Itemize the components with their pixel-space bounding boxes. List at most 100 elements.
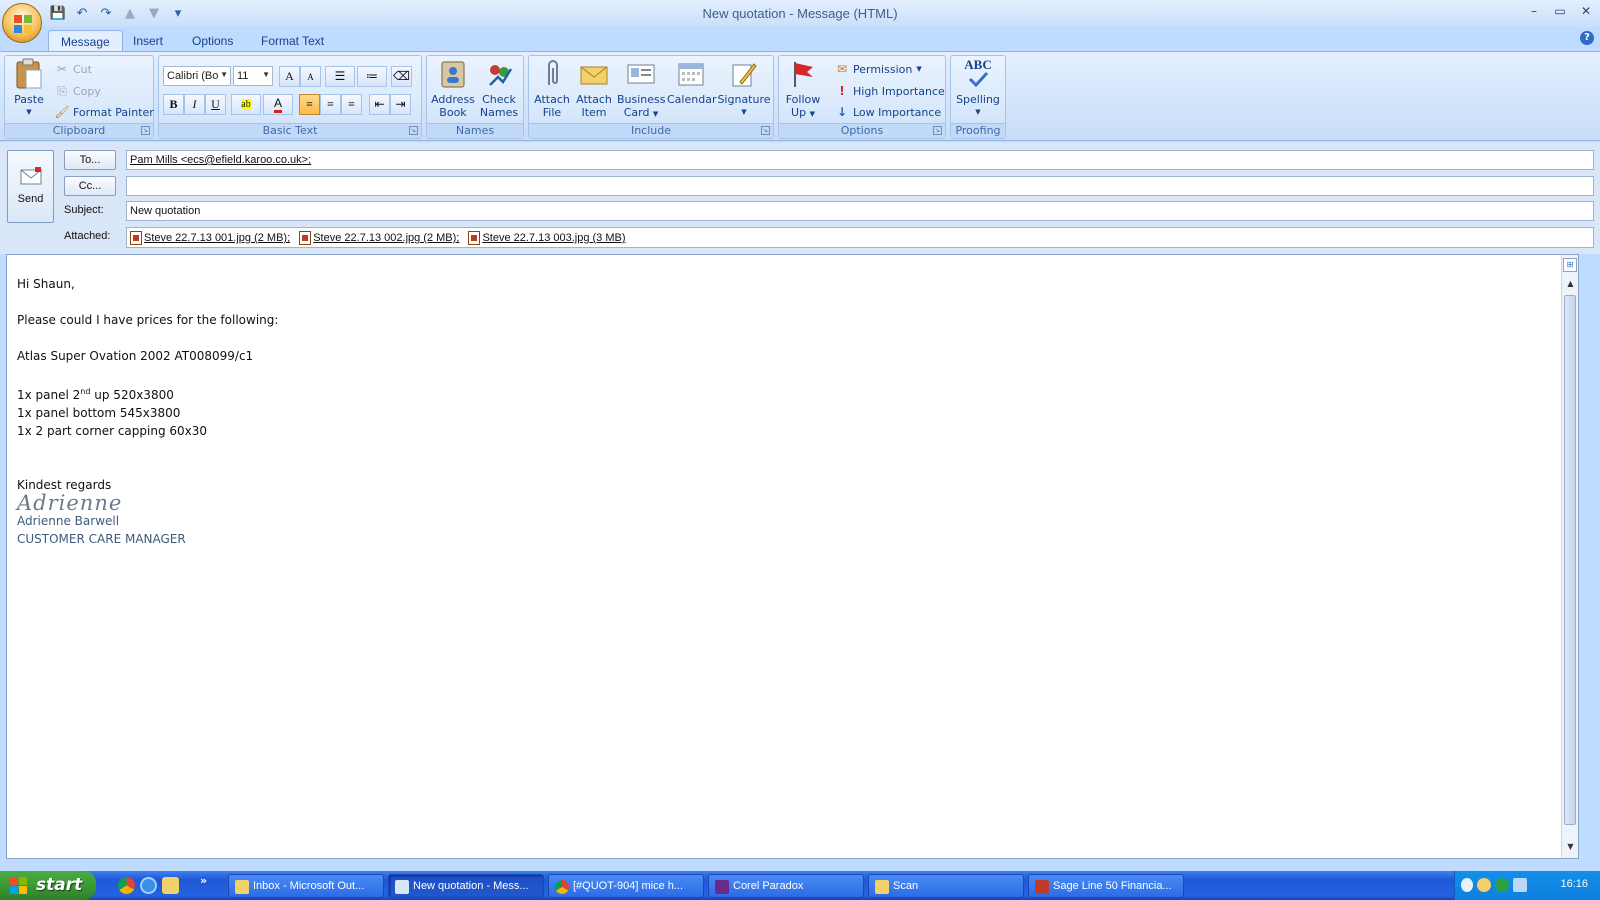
taskbar-item-sage[interactable]: Sage Line 50 Financia... xyxy=(1028,874,1184,898)
close-button[interactable]: ✕ xyxy=(1578,4,1594,18)
font-color-button[interactable]: A xyxy=(263,94,293,115)
clipboard-dialog-launcher-icon[interactable]: ↘ xyxy=(141,126,150,135)
include-dialog-launcher-icon[interactable]: ↘ xyxy=(761,126,770,135)
scroll-up-icon[interactable]: ▲ xyxy=(1565,279,1576,291)
clock[interactable]: 16:16 xyxy=(1560,878,1588,890)
copy-button[interactable]: ⎘ Copy xyxy=(55,81,101,101)
quick-launch xyxy=(118,877,179,894)
permission-label: Permission xyxy=(853,62,913,76)
follow-up-button[interactable]: Follow Up ▼ xyxy=(781,58,825,121)
outlook-icon[interactable] xyxy=(162,877,179,894)
decrease-indent-button[interactable]: ⇤ xyxy=(369,94,390,115)
attachment-item[interactable]: Steve 22.7.13 001.jpg (2 MB); xyxy=(130,231,290,245)
options-dialog-launcher-icon[interactable]: ↘ xyxy=(933,126,942,135)
folder-icon xyxy=(875,880,889,894)
scroll-down-icon[interactable]: ▼ xyxy=(1565,842,1576,854)
taskbar-item-new-quotation[interactable]: New quotation - Mess... xyxy=(388,874,544,898)
italic-icon: I xyxy=(192,97,197,111)
scroll-thumb[interactable] xyxy=(1564,295,1576,825)
clear-formatting-button[interactable]: ⌫ xyxy=(391,66,412,87)
attach-file-button[interactable]: Attach File xyxy=(531,58,573,119)
cut-label: Cut xyxy=(73,62,92,76)
font-name-select[interactable]: Calibri (Bo ▼ xyxy=(163,66,231,86)
attach-item-label-1: Attach xyxy=(576,93,612,106)
align-right-button[interactable]: ≡ xyxy=(341,94,362,115)
attached-label: Attached: xyxy=(64,230,111,242)
follow-up-label-2: Up ▼ xyxy=(791,106,815,119)
increase-indent-button[interactable]: ⇥ xyxy=(390,94,411,115)
subject-field[interactable]: New quotation xyxy=(126,201,1594,221)
view-ruler-icon[interactable]: ⊞ xyxy=(1563,258,1577,272)
internet-explorer-icon[interactable] xyxy=(140,877,157,894)
proofing-group-label: Proofing xyxy=(951,123,1005,138)
outlook-icon xyxy=(235,880,249,894)
start-button[interactable]: start xyxy=(0,871,96,900)
basic-text-dialog-launcher-icon[interactable]: ↘ xyxy=(409,126,418,135)
attachment-item[interactable]: Steve 22.7.13 002.jpg (2 MB); xyxy=(299,231,459,245)
tab-insert[interactable]: Insert xyxy=(121,30,175,51)
taskbar-item-inbox[interactable]: Inbox - Microsoft Out... xyxy=(228,874,384,898)
align-left-button[interactable]: ≡ xyxy=(299,94,320,115)
tray-expand-icon[interactable] xyxy=(1461,878,1473,892)
business-card-button[interactable]: Business Card ▼ xyxy=(617,58,666,121)
grow-font-button[interactable]: A xyxy=(279,66,300,87)
font-size-select[interactable]: 11 ▼ xyxy=(233,66,273,86)
attachment-item[interactable]: Steve 22.7.13 003.jpg (3 MB) xyxy=(468,231,626,245)
attach-file-label-1: Attach xyxy=(534,93,570,106)
taskbar-item-scan[interactable]: Scan xyxy=(868,874,1024,898)
down-arrow-icon: ↓ xyxy=(836,105,848,119)
signature-label: Signature xyxy=(717,93,771,106)
tab-format-text[interactable]: Format Text xyxy=(249,30,336,51)
group-basic-text: Calibri (Bo ▼ 11 ▼ A A ☰ ≔ ⌫ B I U ab A … xyxy=(158,55,422,139)
to-recipient[interactable]: Pam Mills <ecs@efield.karoo.co.uk>; xyxy=(130,154,311,166)
tab-options[interactable]: Options xyxy=(180,30,245,51)
address-book-button[interactable]: Address Book xyxy=(431,58,475,119)
chevron-down-icon: ▼ xyxy=(220,70,228,79)
format-painter-button[interactable]: 🖌 Format Painter xyxy=(54,102,153,122)
message-header: Send To... Pam Mills <ecs@efield.karoo.c… xyxy=(0,142,1600,254)
tray-status-icon[interactable] xyxy=(1495,878,1509,892)
underline-button[interactable]: U xyxy=(205,94,226,115)
cut-button[interactable]: ✂ Cut xyxy=(55,59,92,79)
message-body-editor[interactable]: Hi Shaun, Please could I have prices for… xyxy=(6,254,1579,859)
tab-message[interactable]: Message xyxy=(48,30,123,51)
calendar-button[interactable]: Calendar xyxy=(667,58,716,106)
signature-button[interactable]: Signature ▼ xyxy=(717,58,771,119)
cc-field[interactable] xyxy=(126,176,1594,196)
check-names-button[interactable]: Check Names xyxy=(477,58,521,119)
shrink-font-button[interactable]: A xyxy=(300,66,321,87)
spelling-button[interactable]: ABC Spelling ▼ xyxy=(953,58,1003,119)
to-field[interactable]: Pam Mills <ecs@efield.karoo.co.uk>; xyxy=(126,150,1594,170)
help-icon[interactable]: ? xyxy=(1580,31,1594,45)
bold-button[interactable]: B xyxy=(163,94,184,115)
quick-launch-more-icon[interactable]: » xyxy=(200,874,207,887)
taskbar-item-corel-paradox[interactable]: Corel Paradox xyxy=(708,874,864,898)
office-button[interactable] xyxy=(2,3,42,43)
high-importance-button[interactable]: ! High Importance xyxy=(835,81,945,101)
chrome-icon[interactable] xyxy=(118,877,135,894)
tray-outlook-icon[interactable] xyxy=(1477,878,1491,892)
system-tray: 16:16 xyxy=(1454,871,1600,900)
numbering-button[interactable]: ≔ xyxy=(357,66,387,87)
window-title: New quotation - Message (HTML) xyxy=(702,6,898,21)
minimize-button[interactable]: – xyxy=(1526,4,1542,18)
send-button[interactable]: Send xyxy=(7,150,54,223)
align-center-button[interactable]: ≡ xyxy=(320,94,341,115)
bullets-button[interactable]: ☰ xyxy=(325,66,355,87)
ribbon: Paste ▼ ✂ Cut ⎘ Copy 🖌 Format Painter Cl… xyxy=(0,51,1600,141)
attach-file-label-2: File xyxy=(542,106,562,119)
attach-item-button[interactable]: Attach Item xyxy=(573,58,615,119)
tray-network-icon[interactable] xyxy=(1513,878,1527,892)
low-importance-button[interactable]: ↓ Low Importance xyxy=(835,102,941,122)
permission-button[interactable]: ✉ Permission ▼ xyxy=(835,59,922,79)
vertical-scrollbar[interactable]: ⊞ ▲ ▼ xyxy=(1561,255,1578,858)
taskbar-item-quot-904[interactable]: [#QUOT-904] mice h... xyxy=(548,874,704,898)
highlight-button[interactable]: ab xyxy=(231,94,261,115)
cc-button[interactable]: Cc... xyxy=(64,176,116,196)
to-button[interactable]: To... xyxy=(64,150,116,170)
italic-button[interactable]: I xyxy=(184,94,205,115)
paste-button[interactable]: Paste ▼ xyxy=(9,58,49,119)
restore-button[interactable]: ▭ xyxy=(1552,4,1568,18)
spelling-label: Spelling xyxy=(956,93,1000,106)
message-body-text[interactable]: Hi Shaun, Please could I have prices for… xyxy=(17,275,278,548)
